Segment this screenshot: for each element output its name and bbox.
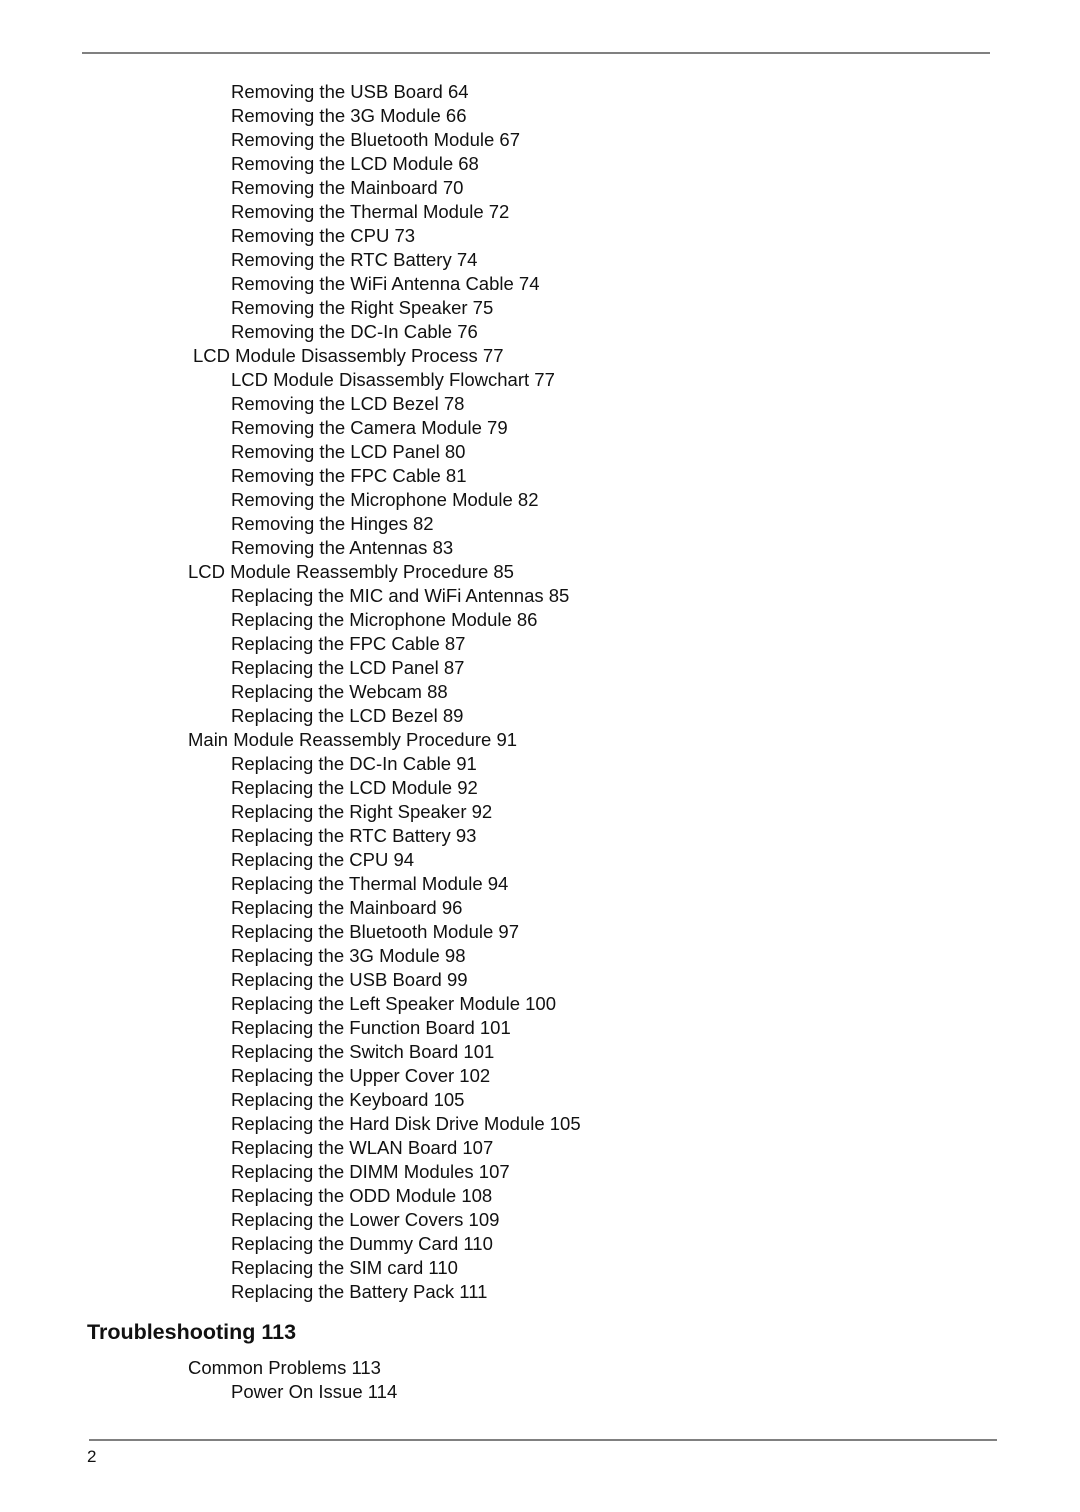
toc-subsection-entry[interactable]: Replacing the Function Board 101 [231,1016,511,1040]
toc-subsection-entry[interactable]: Replacing the USB Board 99 [231,968,468,992]
toc-subsection-entry[interactable]: Power On Issue 114 [231,1380,397,1404]
toc-subsection-entry[interactable]: Removing the CPU 73 [231,224,415,248]
toc-subsection-entry[interactable]: Removing the RTC Battery 74 [231,248,477,272]
toc-subsection-entry[interactable]: Replacing the RTC Battery 93 [231,824,476,848]
footer-rule [89,1439,997,1441]
toc-subsection-entry[interactable]: Removing the LCD Bezel 78 [231,392,464,416]
toc-subsection-entry[interactable]: Replacing the Bluetooth Module 97 [231,920,519,944]
toc-subsection-entry[interactable]: Removing the Antennas 83 [231,536,453,560]
toc-subsection-entry[interactable]: Replacing the Left Speaker Module 100 [231,992,556,1016]
toc-subsection-entry[interactable]: Removing the Bluetooth Module 67 [231,128,520,152]
toc-subsection-entry[interactable]: Replacing the ODD Module 108 [231,1184,492,1208]
toc-subsection-entry[interactable]: Replacing the 3G Module 98 [231,944,465,968]
toc-subsection-entry[interactable]: Removing the Hinges 82 [231,512,434,536]
toc-subsection-entry[interactable]: Replacing the Microphone Module 86 [231,608,537,632]
toc-subsection-entry[interactable]: Removing the USB Board 64 [231,80,469,104]
toc-subsection-entry[interactable]: Replacing the DIMM Modules 107 [231,1160,510,1184]
toc-subsection-entry[interactable]: Replacing the LCD Module 92 [231,776,478,800]
toc-subsection-entry[interactable]: Removing the 3G Module 66 [231,104,467,128]
toc-subsection-entry[interactable]: Replacing the FPC Cable 87 [231,632,465,656]
toc-subsection-entry[interactable]: Replacing the Mainboard 96 [231,896,462,920]
toc-subsection-entry[interactable]: Replacing the Hard Disk Drive Module 105 [231,1112,581,1136]
toc-subsection-entry[interactable]: Replacing the Thermal Module 94 [231,872,508,896]
toc-subsection-entry[interactable]: Replacing the WLAN Board 107 [231,1136,493,1160]
toc-subsection-entry[interactable]: Removing the LCD Module 68 [231,152,479,176]
toc-section-entry[interactable]: LCD Module Disassembly Process 77 [193,344,504,368]
toc-subsection-entry[interactable]: Removing the Right Speaker 75 [231,296,493,320]
toc-section-entry[interactable]: Main Module Reassembly Procedure 91 [188,728,517,752]
toc-subsection-entry[interactable]: Removing the Mainboard 70 [231,176,463,200]
toc-subsection-entry[interactable]: Replacing the LCD Panel 87 [231,656,464,680]
toc-subsection-entry[interactable]: Replacing the Lower Covers 109 [231,1208,499,1232]
toc-subsection-entry[interactable]: Replacing the Right Speaker 92 [231,800,492,824]
toc-section-entry[interactable]: LCD Module Reassembly Procedure 85 [188,560,514,584]
toc-subsection-entry[interactable]: Removing the DC-In Cable 76 [231,320,478,344]
toc-section-entry[interactable]: Common Problems 113 [188,1356,381,1380]
toc-subsection-entry[interactable]: Replacing the Upper Cover 102 [231,1064,490,1088]
toc-subsection-entry[interactable]: Replacing the Keyboard 105 [231,1088,464,1112]
toc-subsection-entry[interactable]: Removing the WiFi Antenna Cable 74 [231,272,540,296]
toc-subsection-entry[interactable]: Replacing the Switch Board 101 [231,1040,494,1064]
toc-subsection-entry[interactable]: Removing the Thermal Module 72 [231,200,509,224]
toc-subsection-entry[interactable]: LCD Module Disassembly Flowchart 77 [231,368,555,392]
toc-subsection-entry[interactable]: Removing the FPC Cable 81 [231,464,466,488]
toc-subsection-entry[interactable]: Replacing the SIM card 110 [231,1256,458,1280]
toc-subsection-entry[interactable]: Removing the Camera Module 79 [231,416,508,440]
toc-subsection-entry[interactable]: Replacing the CPU 94 [231,848,414,872]
toc-subsection-entry[interactable]: Replacing the DC-In Cable 91 [231,752,477,776]
toc-subsection-entry[interactable]: Replacing the LCD Bezel 89 [231,704,463,728]
toc-subsection-entry[interactable]: Removing the Microphone Module 82 [231,488,538,512]
toc-subsection-entry[interactable]: Replacing the Dummy Card 110 [231,1232,493,1256]
header-rule [82,52,990,54]
toc-subsection-entry[interactable]: Removing the LCD Panel 80 [231,440,465,464]
toc-subsection-entry[interactable]: Replacing the Battery Pack 111 [231,1280,487,1304]
toc-subsection-entry[interactable]: Replacing the Webcam 88 [231,680,448,704]
toc-subsection-entry[interactable]: Replacing the MIC and WiFi Antennas 85 [231,584,569,608]
toc-chapter-heading[interactable]: Troubleshooting 113 [87,1318,296,1346]
page-number: 2 [87,1447,97,1466]
